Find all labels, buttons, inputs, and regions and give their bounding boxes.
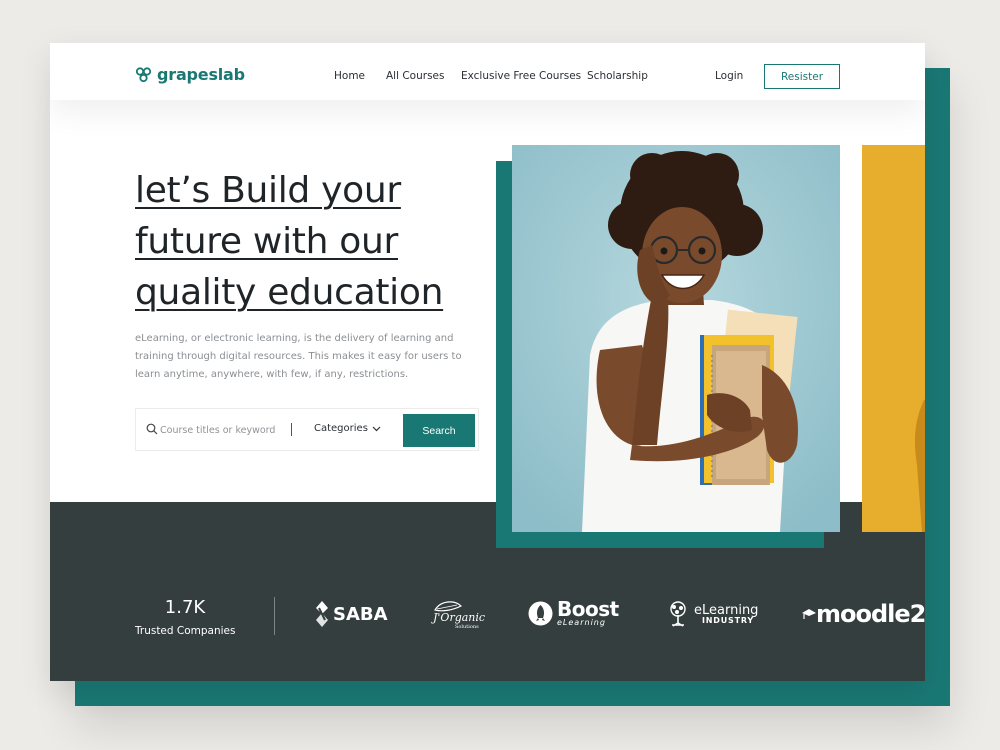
secondary-photo [862,145,925,532]
partner-logo-jorganic: J'Organic Solutions [433,600,485,630]
search-input[interactable] [160,422,280,438]
saba-leaf-icon [316,601,328,627]
categories-dropdown[interactable]: Categories [314,423,381,434]
jorganic-wordmark: J'Organic [433,611,486,624]
hero-student-photo [512,145,840,532]
register-button[interactable]: Resister [764,64,840,89]
headline-line: quality education [135,272,444,313]
search-button[interactable]: Search [403,414,475,447]
secondary-photo-illustration [862,145,925,532]
tree-icon [670,601,686,627]
rocket-icon [528,601,553,625]
nav-item-home[interactable]: Home [334,70,365,82]
partner-logo-saba: SABA [315,601,388,627]
course-search-bar: Categories Search [135,408,479,451]
grape-logo-icon [135,66,152,82]
search-icon [146,423,158,435]
stat-divider [274,597,275,635]
jorganic-subtext: Solutions [455,624,479,630]
nav-item-exclusive-free-courses[interactable]: Exclusive Free Courses [461,70,581,82]
nav-item-scholarship[interactable]: Scholarship [587,70,648,82]
student-illustration [512,145,840,532]
search-divider [291,423,292,436]
partner-logo-elearning-industry: eLearning INDUSTRY [666,601,758,627]
boost-wordmark: Boost [557,597,619,621]
graduation-cap-icon [802,609,816,619]
landing-page: grapeslab Home All Courses Exclusive Fre… [50,43,925,681]
site-header: grapeslab Home All Courses Exclusive Fre… [50,43,925,100]
boost-subtext: eLearning [557,618,606,627]
elearning-subtext: INDUSTRY [702,615,754,625]
stat-value: 1.7K [164,597,206,618]
nav-item-all-courses[interactable]: All Courses [386,70,444,82]
hero-description: eLearning, or electronic learning, is th… [135,333,462,380]
headline-line: let’s Build your [135,170,401,211]
stat-label: Trusted Companies [135,625,236,637]
moodle-wordmark: moodle [816,600,911,628]
chevron-down-icon [372,426,381,431]
partner-logo-moodle: moodle 2 [802,600,925,628]
categories-label: Categories [314,423,368,434]
partner-logo-boost: Boost eLearning [528,599,619,627]
elearning-wordmark: eLearning [694,602,759,618]
login-link[interactable]: Login [715,70,743,82]
headline-line: future with our [135,221,398,262]
brand-name: grapeslab [157,65,245,84]
brand-logo[interactable]: grapeslab [135,65,245,84]
saba-wordmark: SABA [333,603,388,625]
moodle-suffix: 2 [909,600,925,628]
hero-headline: let’s Build your future with our quality… [135,165,495,318]
